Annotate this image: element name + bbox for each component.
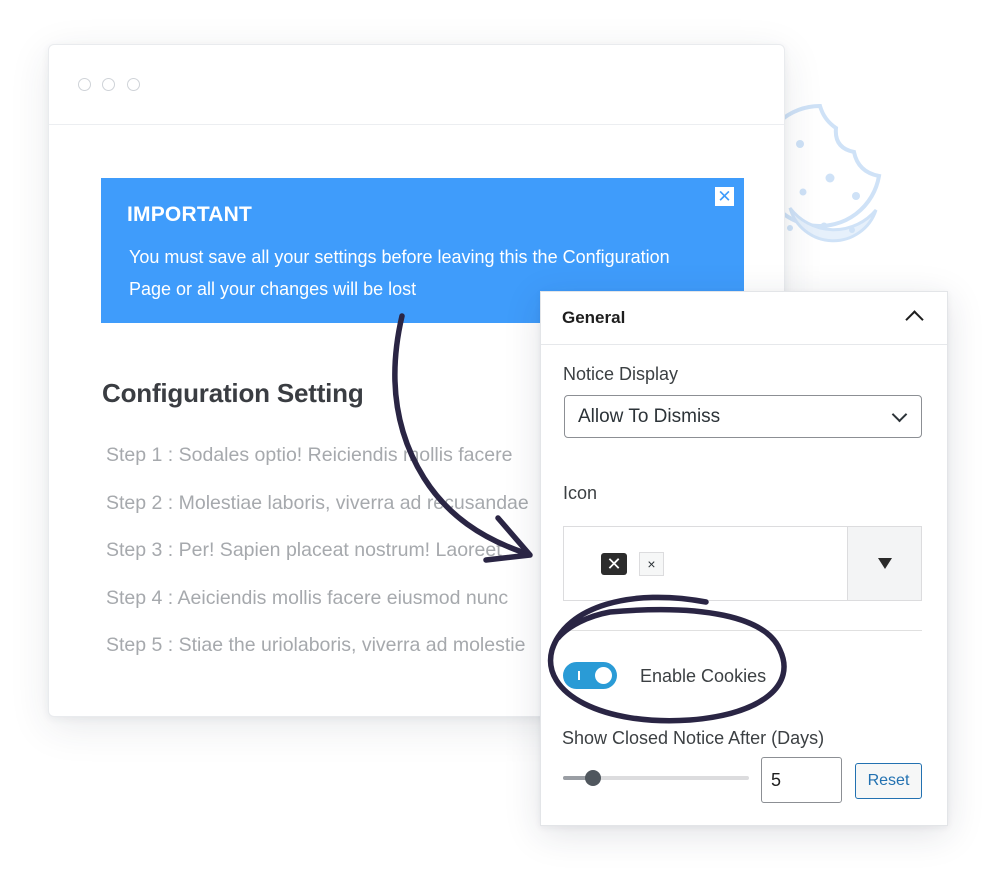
- remove-selection-button[interactable]: ×: [639, 552, 664, 576]
- toggle-knob: [595, 667, 612, 684]
- slider-thumb[interactable]: [584, 770, 601, 786]
- notice-display-select[interactable]: Allow To Dismiss: [564, 395, 922, 438]
- chevron-down-icon: [891, 406, 908, 423]
- icon-dropdown-button[interactable]: [847, 527, 921, 600]
- panel-header-toggle[interactable]: General: [541, 292, 947, 345]
- notice-message-line: You must save all your settings before l…: [129, 247, 670, 267]
- notice-display-label: Notice Display: [563, 364, 679, 384]
- closed-notice-label: Show Closed Notice After (Days): [562, 728, 825, 748]
- general-settings-panel: General Notice Display Allow To Dismiss …: [540, 291, 948, 826]
- enable-cookies-label: Enable Cookies: [640, 666, 767, 686]
- chevron-up-icon[interactable]: [905, 310, 924, 329]
- close-icon: ✕: [601, 553, 627, 575]
- days-input[interactable]: [761, 757, 842, 803]
- window-dot-icon[interactable]: [78, 78, 91, 91]
- caret-down-icon: [878, 558, 892, 569]
- window-dot-icon[interactable]: [102, 78, 115, 91]
- browser-title-bar: [49, 45, 784, 125]
- steps-list: Step 1 : Sodales optio! Reiciendis molli…: [106, 442, 586, 680]
- icon-picker[interactable]: ✕ ×: [563, 526, 922, 601]
- step-item: Step 1 : Sodales optio! Reiciendis molli…: [106, 444, 513, 466]
- configuration-title: Configuration Setting: [102, 378, 364, 408]
- notice-display-value: Allow To Dismiss: [578, 406, 721, 427]
- step-item: Step 5 : Stiae the uriolaboris, viverra …: [106, 634, 526, 656]
- days-slider[interactable]: [563, 770, 749, 786]
- divider: [564, 630, 922, 631]
- step-item: Step 4 : Aeiciendis mollis facere eiusmo…: [106, 586, 509, 609]
- enable-cookies-toggle[interactable]: [563, 662, 617, 689]
- step-item: Step 3 : Per! Sapien placeat nostrum! La…: [106, 539, 502, 561]
- reset-button[interactable]: Reset: [855, 763, 922, 799]
- notice-title: IMPORTANT: [127, 203, 253, 226]
- toggle-on-indicator: [578, 671, 580, 680]
- close-icon[interactable]: ✕: [715, 187, 734, 206]
- step-item: Step 2 : Molestiae laboris, viverra ad r…: [106, 491, 529, 514]
- window-dot-icon[interactable]: [127, 78, 140, 91]
- icon-label: Icon: [563, 483, 598, 503]
- panel-title: General: [562, 308, 626, 327]
